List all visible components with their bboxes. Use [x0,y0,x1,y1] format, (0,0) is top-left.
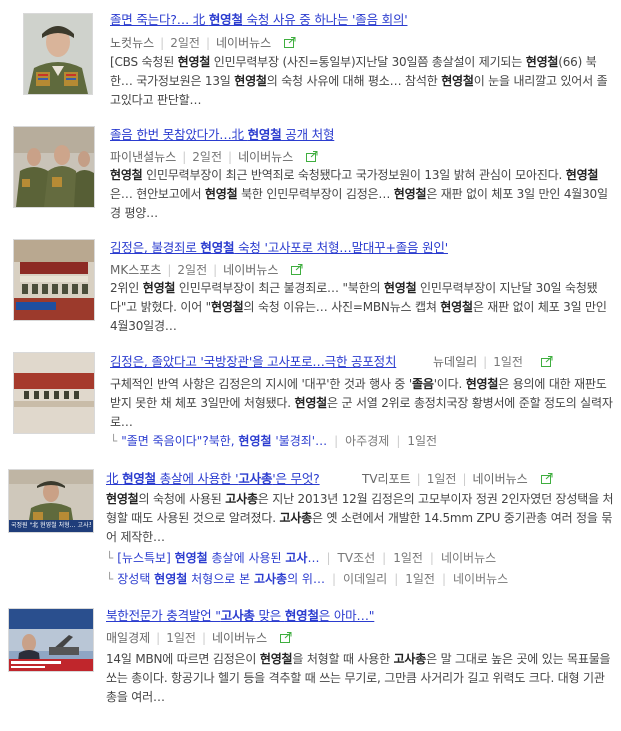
related-naver-link[interactable]: 네이버뉴스 [441,551,496,565]
news-title[interactable]: 김정은, 졸았다고 '국방장관'을 고사포로…극한 공포정치 [110,354,396,370]
news-summary: [CBS 숙청된 현영철 인민무력부장 (사진=통일부)지난달 30일쯤 총살설… [110,55,608,107]
news-thumbnail[interactable] [13,239,95,321]
news-date: 2일전 [192,150,223,164]
news-meta: TV리포트 | 1일전 | 네이버뉴스 [362,471,553,487]
naver-news-link[interactable]: 네이버뉴스 [472,472,527,486]
news-title[interactable]: 졸음 한번 못참았다가…北 현영철 공개 처형 [110,127,334,143]
related-article: └ [뉴스특보] 현영철 총살에 사용된 고사… | TV조선 | 1일전 | 네이버뉴스 [106,551,497,565]
news-date: 2일전 [177,263,208,277]
news-meta: 매일경제 | 1일전 | 네이버뉴스 [106,630,292,646]
news-summary: 구체적인 반역 사항은 김정은의 지시에 '대꾸'한 것과 행사 중 '졸음'이… [110,377,613,429]
related-title[interactable]: [뉴스특보] 현영철 총살에 사용된 고사… [117,551,319,565]
news-summary: 현영철 인민무력부장이 최근 반역죄로 숙청됐다고 국가정보원이 13일 밝혀 … [110,168,608,220]
thumbnail-caption: 국정원 "北 현영철 처형… 고사포 사용" [11,522,91,529]
news-meta: 파이낸셜뉴스 | 2일전 | 네이버뉴스 [110,149,318,165]
assembly-stage-image [14,353,94,433]
related-arrow-icon: └ [106,551,114,565]
related-article: └ 장성택 현영철 처형으로 본 고사총의 위… | 이데일리 | 1일전 | 네이버뉴스 [106,572,509,586]
external-link-icon[interactable] [306,151,318,162]
news-source[interactable]: 노컷뉴스 [110,36,154,50]
news-title[interactable]: 北 현영철 총살에 사용한 '고사총'은 무엇? [106,471,320,487]
news-title[interactable]: 북한전문가 충격발언 "고사총 맞은 현영철은 아마…" [106,608,374,624]
news-date: 1일전 [166,631,196,645]
external-link-icon[interactable] [284,37,296,48]
related-naver-link[interactable]: 네이버뉴스 [453,572,508,586]
news-summary: 2위인 현영철 인민무력부장이 최근 불경죄로… "북한의 현영철 인민무력부장… [110,281,607,333]
news-date: 2일전 [170,36,200,50]
external-link-icon[interactable] [280,632,292,643]
news-title[interactable]: 김정은, 불경죄로 현영철 숙청 '고사포로 처형…말대꾸+졸음 원인' [110,240,448,256]
news-source[interactable]: MK스포츠 [110,263,161,277]
news-meta: 뉴데일리 | 1일전 [433,354,553,370]
news-source[interactable]: 매일경제 [106,631,150,645]
news-date: 1일전 [426,472,457,486]
news-source[interactable]: TV리포트 [362,472,411,486]
news-thumbnail[interactable] [23,13,93,95]
external-link-icon[interactable] [291,264,303,275]
weapon-broadcast-image [9,609,93,671]
naver-news-link[interactable]: 네이버뉴스 [223,263,278,277]
related-source[interactable]: 이데일리 [343,572,387,586]
related-source[interactable]: TV조선 [338,551,376,565]
naver-news-link[interactable]: 네이버뉴스 [212,631,267,645]
military-officials-image [14,127,94,207]
related-date: 1일전 [393,551,423,565]
external-link-icon[interactable] [540,473,553,484]
news-title[interactable]: 졸면 죽는다?… 北 현영철 숙청 사유 중 하나는 '졸음 회의' [110,12,408,28]
news-date: 1일전 [493,355,523,369]
naver-news-link[interactable]: 네이버뉴스 [216,36,271,50]
news-source[interactable]: 파이낸셜뉴스 [110,150,176,164]
news-summary: 현영철의 숙청에 사용된 고사총은 지난 2013년 12월 김정은의 고모부이… [106,492,614,544]
naver-news-link[interactable]: 네이버뉴스 [238,150,293,164]
news-source[interactable]: 뉴데일리 [433,355,477,369]
news-thumbnail[interactable]: 국정원 "北 현영철 처형… 고사포 사용" [8,469,94,533]
news-summary: 14일 MBN에 따르면 김정은이 현영철을 처형할 때 사용한 고사총은 말 … [106,652,611,704]
news-thumbnail[interactable] [13,126,95,208]
news-meta: MK스포츠 | 2일전 | 네이버뉴스 [110,262,303,278]
related-date: 1일전 [405,572,435,586]
general-portrait-image [24,14,92,94]
related-title[interactable]: 장성택 현영철 처형으로 본 고사총의 위… [117,572,325,586]
news-thumbnail[interactable] [13,352,95,434]
news-thumbnail[interactable] [8,608,94,672]
related-article: └ "졸면 죽음이다"?북한, 현영철 '불경죄'… | 아주경제 | 1일전 [110,434,438,448]
assembly-hall-image [14,240,94,320]
related-source[interactable]: 아주경제 [345,434,389,448]
related-title[interactable]: "졸면 죽음이다"?북한, 현영철 '불경죄'… [121,434,327,448]
related-date: 1일전 [407,434,438,448]
news-meta: 노컷뉴스 | 2일전 | 네이버뉴스 [110,35,296,51]
external-link-icon[interactable] [540,356,553,367]
related-arrow-icon: └ [110,434,118,448]
related-arrow-icon: └ [106,572,114,586]
